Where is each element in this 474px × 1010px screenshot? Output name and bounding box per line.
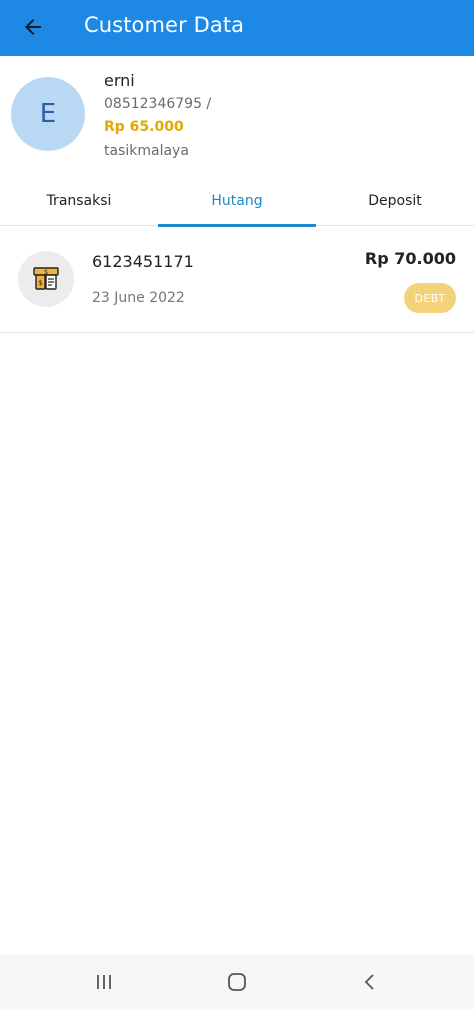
- back-button[interactable]: [18, 12, 48, 42]
- tab-hutang[interactable]: Hutang: [158, 176, 316, 227]
- customer-city: tasikmalaya: [104, 143, 189, 159]
- tab-transaksi[interactable]: Transaksi: [0, 176, 158, 226]
- home-button[interactable]: [222, 967, 252, 997]
- app-screen: Customer Data E erni 08512346795 / Rp 65…: [0, 0, 474, 1010]
- tab-bar: Transaksi Hutang Deposit: [0, 176, 474, 227]
- app-bar: Customer Data: [0, 0, 474, 56]
- transaction-number: 6123451171: [92, 252, 194, 271]
- customer-phone: 08512346795 /: [104, 96, 212, 112]
- tab-deposit[interactable]: Deposit: [316, 176, 474, 226]
- transaction-date: 23 June 2022: [92, 290, 185, 306]
- money-document-icon: $ $: [18, 251, 74, 307]
- recent-apps-icon: [97, 975, 111, 989]
- arrow-left-icon: [25, 19, 41, 35]
- nav-back-button[interactable]: [355, 967, 385, 997]
- home-icon: [228, 973, 246, 991]
- system-nav-bar: [0, 955, 474, 1010]
- avatar: E: [11, 77, 85, 151]
- nav-back-icon: [364, 974, 374, 990]
- transaction-list: $ $ 6123451171 23 June 2022 Rp 70.000 DE…: [0, 227, 474, 333]
- page-title: Customer Data: [84, 13, 245, 37]
- list-item[interactable]: $ $ 6123451171 23 June 2022 Rp 70.000 DE…: [0, 227, 474, 333]
- customer-name: erni: [104, 71, 135, 90]
- transaction-amount: Rp 70.000: [364, 249, 456, 268]
- status-badge: DEBT: [404, 283, 456, 313]
- svg-text:$: $: [38, 279, 42, 287]
- recent-apps-button[interactable]: [89, 967, 119, 997]
- customer-balance: Rp 65.000: [104, 119, 184, 135]
- customer-header: E erni 08512346795 / Rp 65.000 tasikmala…: [0, 56, 474, 176]
